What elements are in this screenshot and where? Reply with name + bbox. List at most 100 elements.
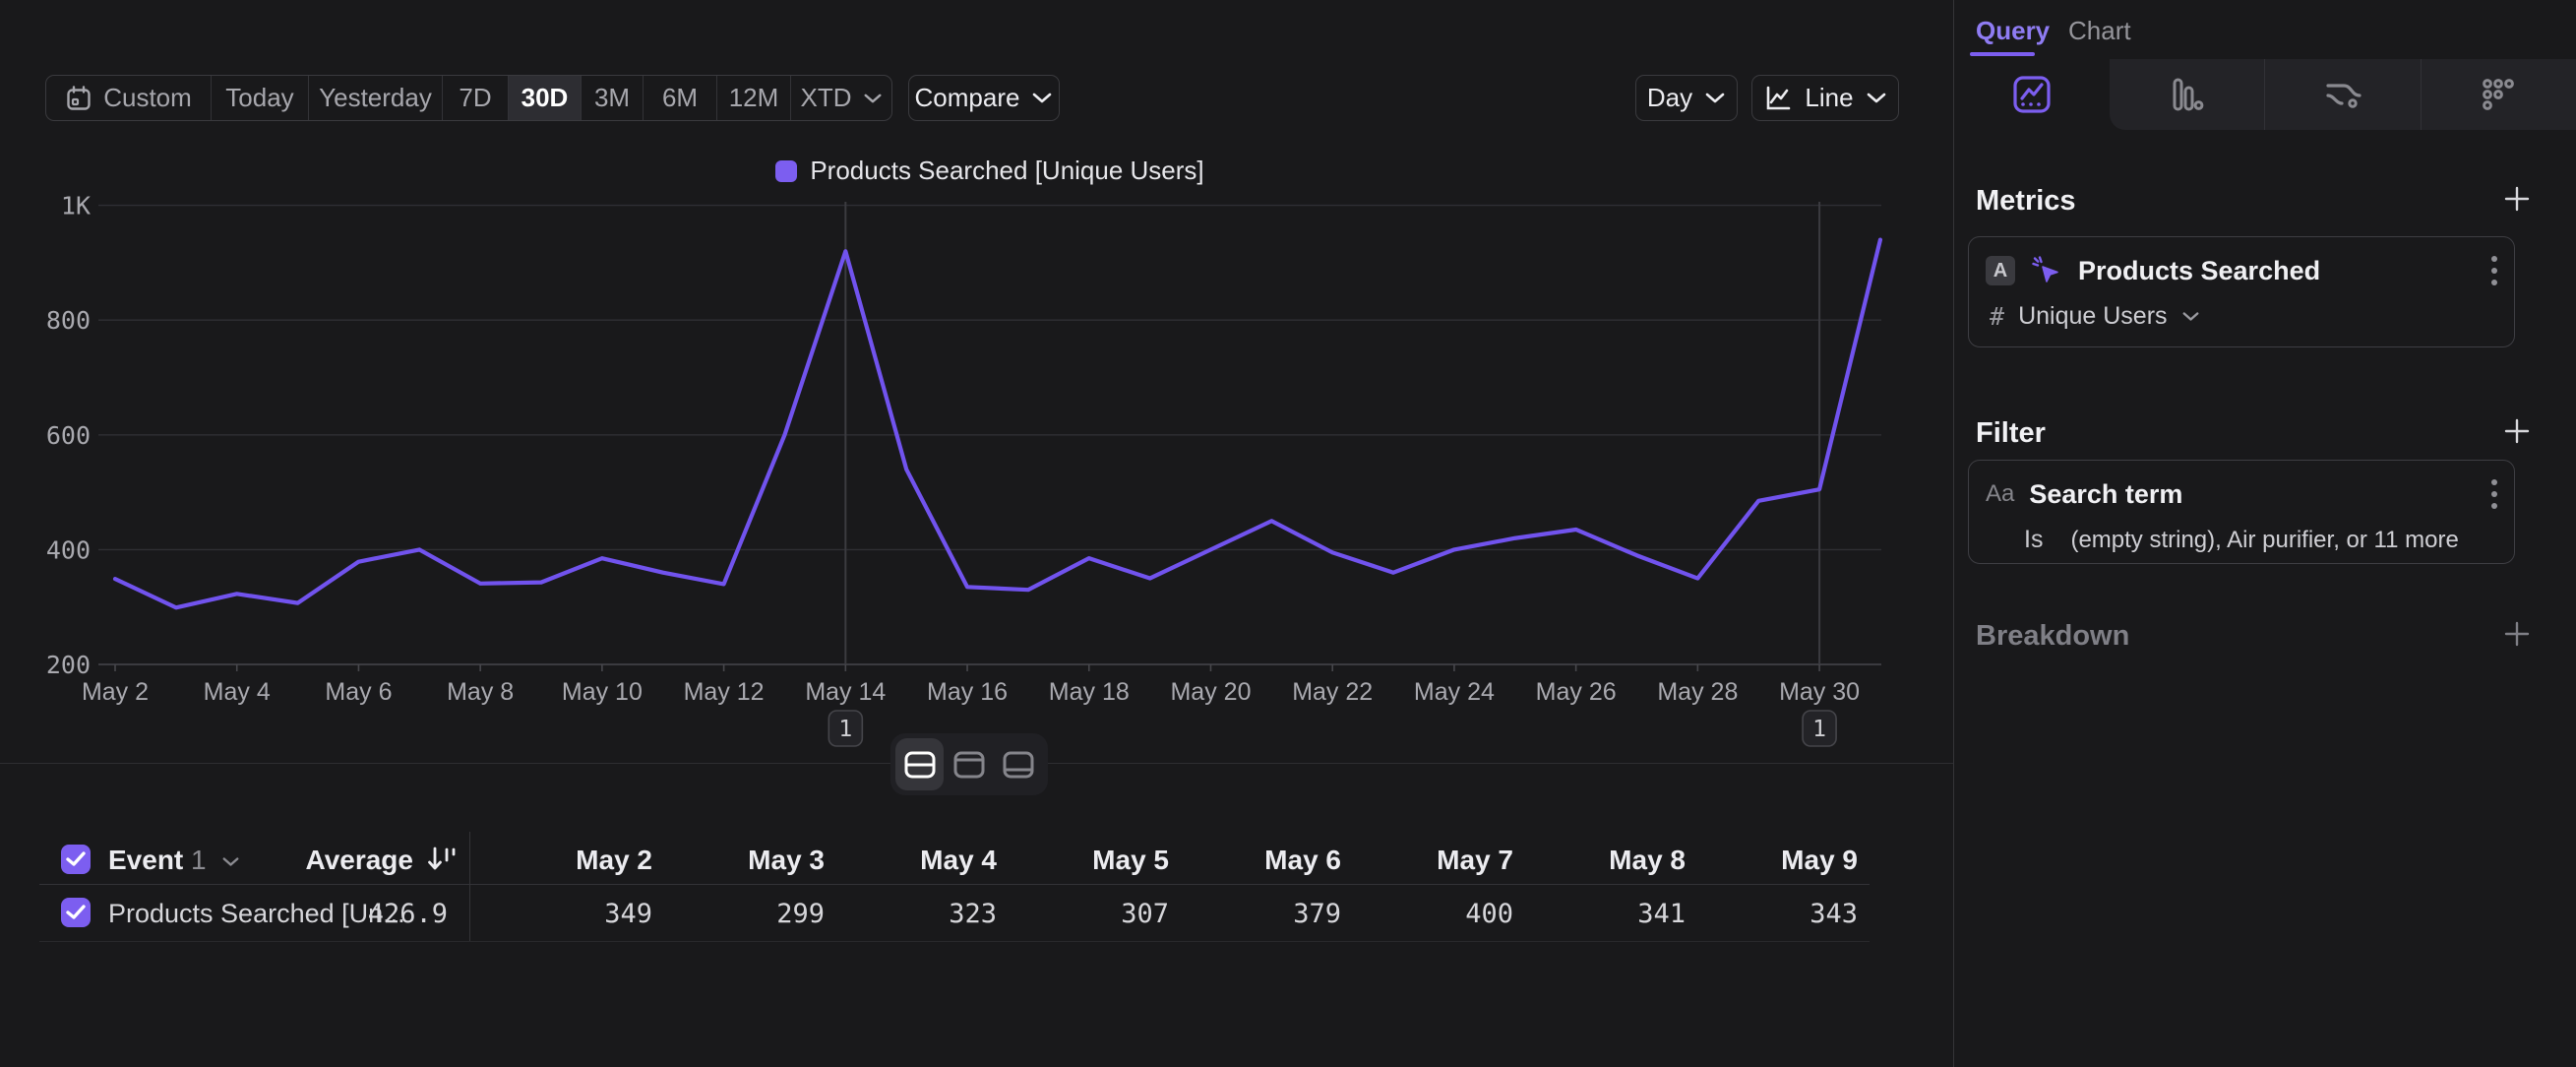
annotation-badge-count: 1	[838, 717, 852, 742]
filter-card[interactable]: Aa Search term Is (empty string), Air pu…	[1968, 460, 2515, 564]
table-cell-value: 400	[1366, 899, 1513, 929]
add-metric-button[interactable]	[2501, 183, 2533, 215]
insights-report-page: CustomTodayYesterday7D30D3M6M12MXTD Comp…	[0, 0, 2576, 1067]
table-cell-value: 341	[1538, 899, 1686, 929]
table-cell-value: 299	[677, 899, 825, 929]
table-cell-value: 379	[1194, 899, 1341, 929]
filter-options-kebab-icon[interactable]	[2490, 477, 2498, 511]
table-cell-value: 307	[1021, 899, 1169, 929]
y-axis-tick-label: 800	[46, 306, 91, 335]
chevron-down-icon	[221, 856, 240, 867]
chart-view-button[interactable]	[945, 738, 993, 790]
table-date-header: May 6	[1194, 845, 1341, 876]
table-view-icon	[1001, 749, 1036, 781]
table-date-header: May 3	[677, 845, 825, 876]
query-builder-panel: Query Chart Metrics	[1954, 0, 2576, 1067]
table-date-header: May 5	[1021, 845, 1169, 876]
tab-query[interactable]: Query	[1976, 16, 2050, 46]
plus-icon	[2501, 618, 2533, 650]
split-view-icon	[902, 749, 938, 781]
x-axis-tick-label: May 24	[1414, 678, 1495, 706]
series-line	[115, 240, 1880, 608]
report-type-tabs	[1954, 59, 2576, 130]
active-tab-underline	[1970, 52, 2035, 56]
y-axis-tick-label: 200	[46, 651, 91, 679]
aggregation-selector[interactable]: Unique Users	[2018, 302, 2167, 331]
table-cell-value: 323	[849, 899, 997, 929]
check-icon	[66, 905, 86, 920]
metric-card[interactable]: A Products Searched # Unique Users	[1968, 236, 2515, 347]
check-icon	[66, 851, 86, 867]
metric-letter-badge: A	[1986, 256, 2015, 285]
table-date-header: May 4	[849, 845, 997, 876]
table-cell-value: 343	[1710, 899, 1858, 929]
filter-value[interactable]: (empty string), Air purifier, or 11 more	[2070, 527, 2458, 554]
event-column-header[interactable]: Event 1	[108, 845, 240, 876]
row-checkbox[interactable]	[61, 898, 91, 927]
retention-icon	[2476, 72, 2521, 117]
flows-icon	[2320, 72, 2365, 117]
add-breakdown-button[interactable]	[2501, 618, 2533, 650]
x-axis-tick-label: May 4	[204, 678, 271, 706]
average-column-header[interactable]: Average	[276, 845, 413, 876]
chart-main-area: CustomTodayYesterday7D30D3M6M12MXTD Comp…	[0, 0, 1954, 1067]
chart-view-icon	[951, 749, 987, 781]
table-view-button[interactable]	[995, 738, 1043, 790]
x-axis-tick-label: May 26	[1536, 678, 1617, 706]
aggregation-type-icon: #	[1990, 302, 2004, 331]
funnels-icon	[2165, 72, 2210, 117]
x-axis-tick-label: May 16	[927, 678, 1008, 706]
x-axis-tick-label: May 2	[82, 678, 149, 706]
report-tab-flows[interactable]	[2264, 59, 2420, 130]
table-date-header: May 8	[1538, 845, 1686, 876]
table-cell-value: 349	[505, 899, 652, 929]
table-column-divider	[469, 832, 470, 941]
row-average-value: 426.9	[310, 899, 448, 929]
plus-icon	[2501, 183, 2533, 215]
x-axis-tick-label: May 10	[562, 678, 643, 706]
metric-name: Products Searched	[2078, 256, 2320, 286]
split-view-button[interactable]	[895, 738, 944, 790]
sort-descending-icon[interactable]	[425, 843, 459, 876]
line-chart[interactable]: 1K 800 600 400 200May 2 May 4 May 6 May 8 May 10…	[0, 0, 1954, 758]
y-axis-tick-label: 400	[46, 535, 91, 564]
inactive-report-tabs	[2110, 59, 2576, 130]
view-layout-toggle	[890, 733, 1048, 795]
x-axis-tick-label: May 8	[447, 678, 514, 706]
event-label: Event	[108, 845, 183, 875]
x-axis-tick-label: May 12	[684, 678, 765, 706]
x-axis-tick-label: May 18	[1049, 678, 1130, 706]
table-header-border	[39, 884, 1870, 885]
x-axis-tick-label: May 30	[1779, 678, 1860, 706]
report-tab-funnels[interactable]	[2110, 59, 2264, 130]
metrics-section-title: Metrics	[1976, 185, 2076, 218]
table-date-header: May 9	[1710, 845, 1858, 876]
filter-property-name: Search term	[2029, 479, 2182, 510]
x-axis-tick-label: May 20	[1170, 678, 1251, 706]
table-row-border	[39, 941, 1870, 942]
chevron-down-icon	[2181, 311, 2200, 322]
tab-chart[interactable]: Chart	[2068, 16, 2131, 46]
x-axis-tick-label: May 14	[805, 678, 886, 706]
y-axis-tick-label: 1K	[61, 192, 91, 220]
plus-icon	[2501, 415, 2533, 447]
x-axis-tick-label: May 22	[1292, 678, 1373, 706]
x-axis-tick-label: May 28	[1657, 678, 1738, 706]
report-tab-insights[interactable]	[1954, 59, 2110, 130]
event-pointer-icon	[2030, 254, 2063, 287]
insights-icon	[2009, 72, 2055, 117]
x-axis-tick-label: May 6	[325, 678, 392, 706]
annotation-badge-count: 1	[1812, 717, 1826, 742]
filter-operator[interactable]: Is	[2024, 526, 2043, 554]
select-all-checkbox[interactable]	[61, 845, 91, 874]
metric-options-kebab-icon[interactable]	[2490, 254, 2498, 287]
filter-section-title: Filter	[1976, 417, 2046, 450]
table-date-header: May 7	[1366, 845, 1513, 876]
string-property-icon: Aa	[1986, 480, 2014, 508]
y-axis-tick-label: 600	[46, 421, 91, 450]
table-date-header: May 2	[505, 845, 652, 876]
breakdown-section-title: Breakdown	[1976, 620, 2129, 653]
event-count: 1	[191, 845, 207, 875]
report-tab-retention[interactable]	[2421, 59, 2576, 130]
add-filter-button[interactable]	[2501, 415, 2533, 447]
